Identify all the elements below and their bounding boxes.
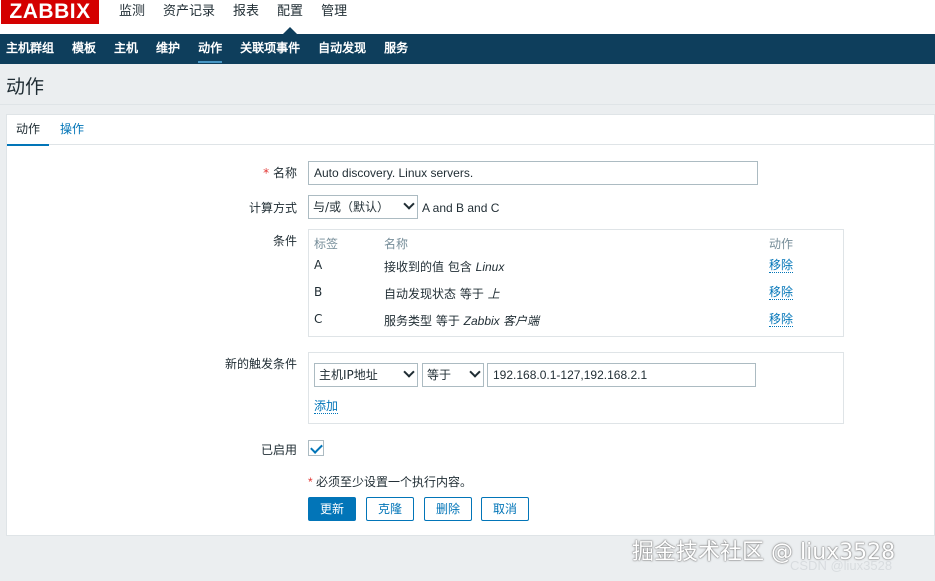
conditions-label: 条件: [272, 234, 297, 248]
top-menu: 监测 资产记录 报表 配置 管理: [110, 0, 356, 34]
sub-menu-host-groups[interactable]: 主机群组: [0, 34, 63, 64]
header-action: 动作: [769, 237, 794, 251]
condition-b-text: 自动发现状态 等于 上: [384, 285, 500, 302]
cancel-button[interactable]: 取消: [481, 497, 529, 521]
zabbix-logo[interactable]: ZABBIX: [1, 0, 99, 24]
condition-c-value: Zabbix 客户端: [463, 314, 539, 328]
update-button[interactable]: 更新: [308, 497, 356, 521]
title-band: [0, 64, 935, 106]
sub-menu-services[interactable]: 服务: [375, 34, 417, 64]
calc-type-value: 与/或（默认）: [313, 200, 390, 214]
sub-menu-maintenance[interactable]: 维护: [147, 34, 189, 64]
enabled-checkbox[interactable]: [308, 440, 324, 456]
top-menu-configuration-label: 配置: [277, 4, 304, 19]
condition-c-label: C: [314, 312, 323, 326]
condition-a-desc: 接收到的值 包含: [384, 260, 476, 274]
sub-menu-event-correlation[interactable]: 关联项事件: [231, 34, 309, 64]
condition-a-label: A: [314, 258, 323, 272]
sub-menu-templates[interactable]: 模板: [63, 34, 105, 64]
new-condition-operator-select[interactable]: 等于: [422, 363, 484, 387]
name-label: * 名称: [263, 164, 297, 181]
top-menu-monitoring[interactable]: 监测: [110, 0, 154, 34]
new-condition-box: 主机IP地址 等于 192.168.0.1-127,192.168.2.1 添加: [308, 352, 844, 424]
action-form-panel: 动作 操作 * 名称 Auto discovery. Linux servers…: [6, 114, 935, 536]
page-title: 动作: [6, 76, 45, 98]
sub-menu-discovery[interactable]: 自动发现: [309, 34, 375, 64]
condition-b-value: 上: [487, 287, 500, 301]
required-note: * 必须至少设置一个执行内容。: [308, 473, 472, 490]
add-condition-link[interactable]: 添加: [314, 399, 339, 414]
new-condition-type-value: 主机IP地址: [319, 368, 378, 382]
top-menu-configuration[interactable]: 配置: [268, 0, 313, 34]
tab-action[interactable]: 动作: [7, 115, 50, 146]
condition-b-desc: 自动发现状态 等于: [384, 287, 488, 301]
new-condition-label: 新的触发条件: [224, 357, 297, 371]
tab-operations[interactable]: 操作: [51, 115, 93, 145]
top-menu-inventory[interactable]: 资产记录: [154, 0, 224, 34]
name-input[interactable]: Auto discovery. Linux servers.: [308, 161, 758, 185]
new-condition-type-select[interactable]: 主机IP地址: [314, 363, 418, 387]
condition-c-desc: 服务类型 等于: [384, 314, 464, 328]
top-navigation: ZABBIX 监测 资产记录 报表 配置 管理: [0, 0, 935, 34]
calc-expression: A and B and C: [422, 201, 500, 215]
condition-b-label: B: [314, 285, 323, 299]
enabled-label: 已启用: [260, 443, 297, 457]
required-asterisk: *: [263, 166, 273, 180]
header-name: 名称: [384, 237, 409, 251]
clone-button[interactable]: 克隆: [366, 497, 414, 521]
condition-c-remove-link[interactable]: 移除: [769, 312, 794, 327]
delete-button[interactable]: 删除: [424, 497, 472, 521]
required-note-text: 必须至少设置一个执行内容。: [316, 475, 473, 489]
tab-bar: 动作 操作: [7, 115, 935, 146]
top-menu-reports[interactable]: 报表: [224, 0, 268, 34]
name-label-text: 名称: [272, 166, 297, 180]
condition-c-text: 服务类型 等于 Zabbix 客户端: [384, 312, 539, 329]
sub-menu-actions[interactable]: 动作: [189, 34, 231, 64]
calc-type-label: 计算方式: [248, 201, 297, 215]
sub-navigation: 主机群组 模板 主机 维护 动作 关联项事件 自动发现 服务: [0, 34, 935, 64]
chevron-down-icon: [469, 366, 481, 378]
conditions-table: 标签 名称 动作 A 接收到的值 包含 Linux 移除 B 自动发现状态 等于…: [308, 229, 844, 337]
calc-type-select[interactable]: 与/或（默认）: [308, 195, 418, 219]
divider: [0, 104, 935, 105]
condition-a-remove-link[interactable]: 移除: [769, 258, 794, 273]
new-condition-operator-value: 等于: [427, 368, 452, 382]
condition-a-text: 接收到的值 包含 Linux: [384, 258, 504, 275]
header-label: 标签: [314, 237, 339, 251]
active-caret-icon: [283, 27, 298, 34]
chevron-down-icon: [403, 198, 415, 210]
top-menu-administration[interactable]: 管理: [312, 0, 356, 34]
sub-menu-hosts[interactable]: 主机: [105, 34, 147, 64]
condition-a-value: Linux: [475, 260, 505, 274]
new-condition-value-input[interactable]: 192.168.0.1-127,192.168.2.1: [487, 363, 756, 387]
watermark-csdn: CSDN @liux3528: [790, 558, 893, 573]
condition-b-remove-link[interactable]: 移除: [769, 285, 794, 300]
chevron-down-icon: [403, 366, 415, 378]
required-asterisk: *: [308, 475, 317, 489]
